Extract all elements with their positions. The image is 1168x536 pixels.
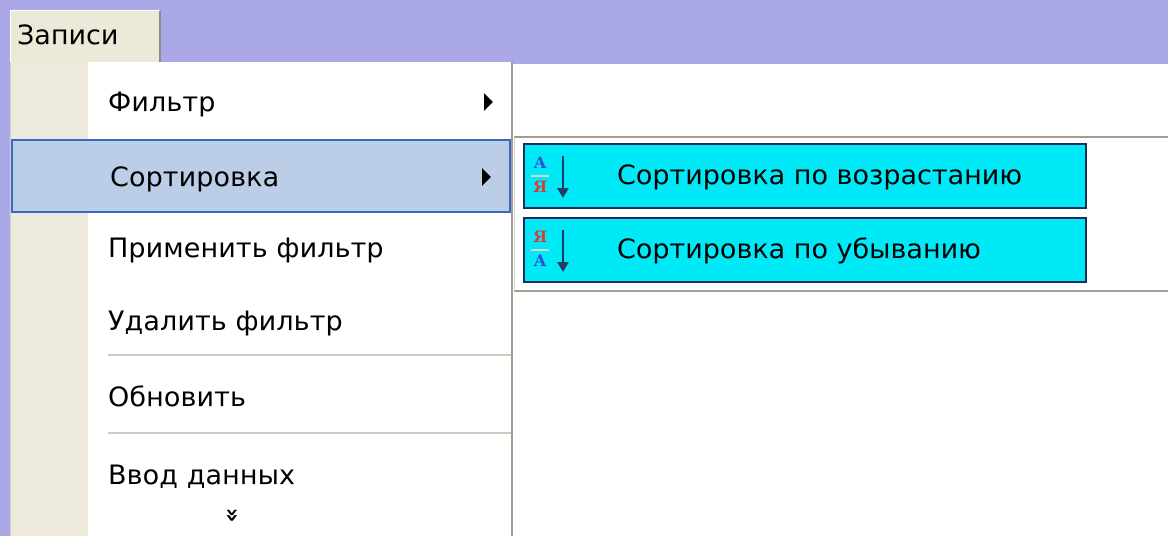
menu-item-apply-filter-label: Применить фильтр <box>108 233 384 264</box>
menu-item-refresh[interactable]: Обновить <box>11 361 511 435</box>
menu-separator <box>108 432 511 434</box>
window-backdrop <box>0 0 1168 64</box>
sort-submenu: А Я Сортировка по возрастанию Я А Сортир… <box>514 136 1168 292</box>
submenu-arrow-icon <box>484 93 493 111</box>
menu-item-apply-filter[interactable]: Применить фильтр <box>11 212 511 286</box>
menu-item-sort[interactable]: Сортировка <box>11 139 511 213</box>
sort-ascending-button[interactable]: А Я Сортировка по возрастанию <box>523 143 1087 209</box>
menu-item-data-entry-label: Ввод данных <box>108 460 296 491</box>
screen: Записи Фильтр Сортировка Применить фильт… <box>0 0 1168 536</box>
down-arrow-icon <box>556 156 570 201</box>
menu-item-sort-label: Сортировка <box>110 162 280 193</box>
sort-descending-icon: Я А <box>531 224 573 278</box>
records-menu-button[interactable]: Записи <box>10 10 161 63</box>
records-menu-label: Записи <box>17 20 119 51</box>
menu-item-remove-filter-label: Удалить фильтр <box>108 306 343 337</box>
sort-descending-label: Сортировка по убыванию <box>617 234 981 265</box>
sort-ascending-icon: А Я <box>531 150 573 204</box>
menu-item-refresh-label: Обновить <box>108 382 246 413</box>
sort-descending-button[interactable]: Я А Сортировка по убыванию <box>523 217 1087 283</box>
menu-item-filter[interactable]: Фильтр <box>11 66 511 140</box>
window-left-edge <box>0 0 10 536</box>
down-arrow-icon <box>556 230 570 275</box>
menu-item-filter-label: Фильтр <box>108 87 216 118</box>
records-dropdown-menu: Фильтр Сортировка Применить фильтр Удали… <box>10 62 513 536</box>
menu-item-data-entry[interactable]: Ввод данных <box>11 439 511 513</box>
menu-separator <box>108 354 511 356</box>
double-chevron-down-icon[interactable]: » <box>217 504 247 526</box>
submenu-arrow-icon <box>482 168 491 186</box>
sort-ascending-label: Сортировка по возрастанию <box>617 160 1023 191</box>
menu-item-remove-filter[interactable]: Удалить фильтр <box>11 285 511 359</box>
